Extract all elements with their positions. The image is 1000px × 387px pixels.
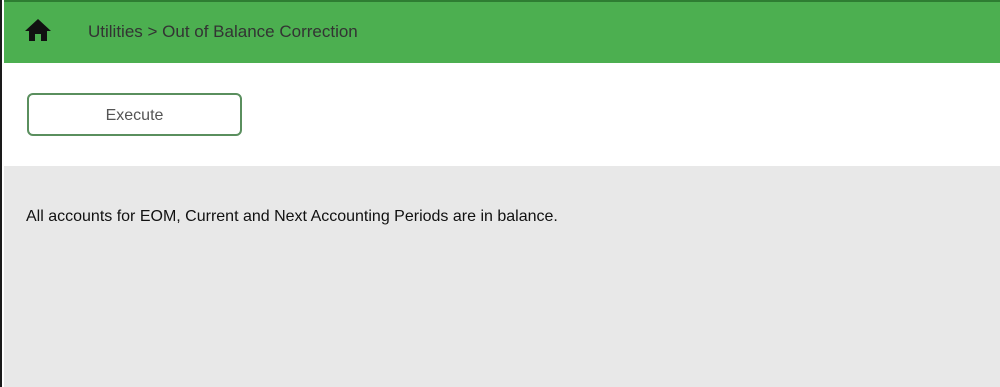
app-frame: Utilities > Out of Balance Correction Ex… [0, 0, 1000, 387]
content-area: All accounts for EOM, Current and Next A… [4, 166, 1000, 387]
home-icon[interactable] [24, 18, 52, 42]
page-header: Utilities > Out of Balance Correction [4, 0, 1000, 63]
breadcrumb: Utilities > Out of Balance Correction [88, 22, 358, 41]
status-message: All accounts for EOM, Current and Next A… [26, 208, 558, 225]
execute-button[interactable]: Execute [27, 93, 242, 136]
toolbar: Execute [4, 63, 1000, 166]
